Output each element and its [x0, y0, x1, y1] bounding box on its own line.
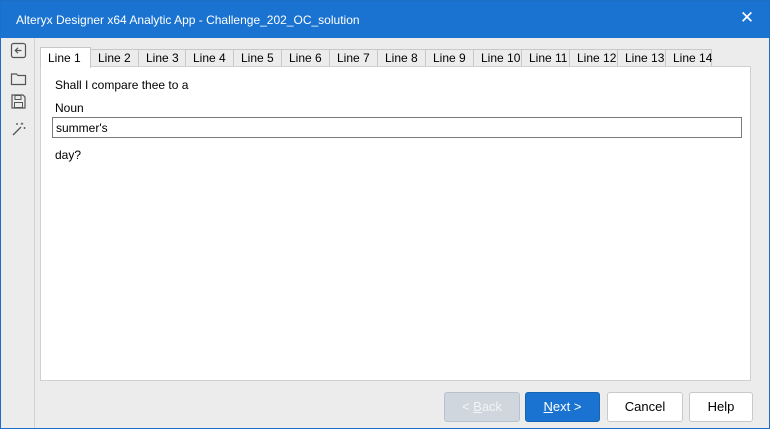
back-prefix: <: [461, 399, 474, 414]
next-button[interactable]: Next >: [525, 392, 600, 422]
save-icon[interactable]: [10, 93, 27, 110]
tab-line-3[interactable]: Line 3: [138, 49, 186, 67]
tab-line-14[interactable]: Line 14: [665, 49, 712, 67]
back-mnemonic: B: [473, 399, 482, 414]
title-bar: Alteryx Designer x64 Analytic App - Chal…: [1, 1, 769, 38]
window-title: Alteryx Designer x64 Analytic App - Chal…: [16, 13, 360, 27]
sidebar: [1, 38, 35, 428]
tab-panel: Shall I compare thee to a Noun day?: [40, 66, 751, 381]
prompt-text: Shall I compare thee to a: [55, 78, 189, 92]
suffix-text: day?: [55, 148, 82, 162]
magic-wand-icon[interactable]: [10, 121, 27, 138]
next-mnemonic: N: [543, 399, 553, 414]
tab-line-12[interactable]: Line 12: [569, 49, 618, 67]
back-button[interactable]: < Back: [444, 392, 520, 422]
next-rest: ext >: [552, 399, 582, 414]
tab-line-11[interactable]: Line 11: [521, 49, 570, 67]
noun-label: Noun: [55, 101, 84, 115]
tab-line-9[interactable]: Line 9: [425, 49, 474, 67]
tab-line-4[interactable]: Line 4: [185, 49, 234, 67]
folder-open-icon[interactable]: [10, 70, 27, 87]
noun-input[interactable]: [52, 117, 742, 138]
tab-line-7[interactable]: Line 7: [329, 49, 378, 67]
tab-line-10[interactable]: Line 10: [473, 49, 522, 67]
back-rest: ack: [481, 399, 503, 414]
tab-line-13[interactable]: Line 13: [617, 49, 666, 67]
tab-line-8[interactable]: Line 8: [377, 49, 426, 67]
help-button[interactable]: Help: [689, 392, 753, 422]
tab-line-6[interactable]: Line 6: [281, 49, 330, 67]
tab-line-2[interactable]: Line 2: [90, 49, 139, 67]
tab-line-1[interactable]: Line 1: [40, 47, 91, 68]
close-icon[interactable]: ✕: [739, 9, 755, 26]
tab-line-5[interactable]: Line 5: [233, 49, 282, 67]
cancel-button[interactable]: Cancel: [607, 392, 683, 422]
back-arrow-icon[interactable]: [10, 42, 27, 59]
